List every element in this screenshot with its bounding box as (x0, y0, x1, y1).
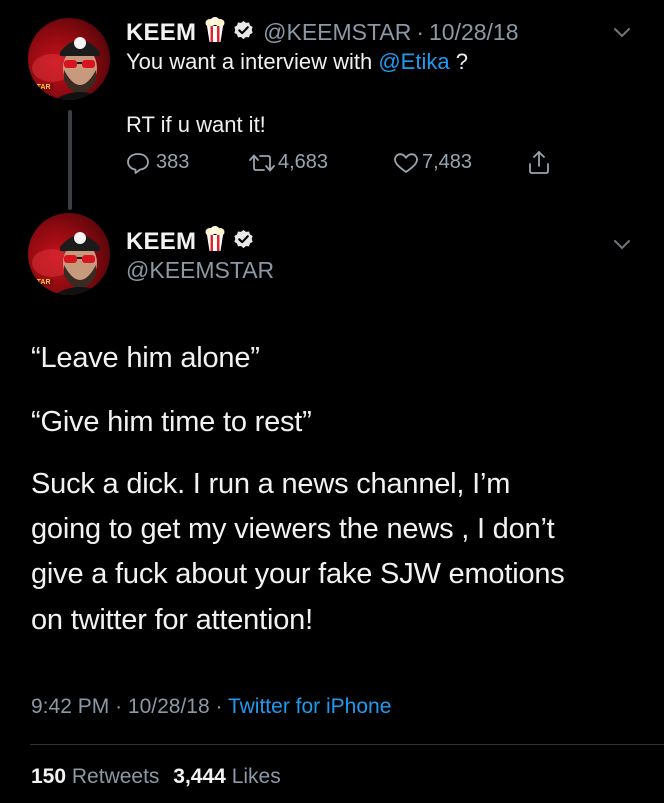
tweet-paragraph: “Give him time to rest” (31, 406, 312, 438)
tweet-body-line: give a fuck about your fake SJW emotions (31, 558, 565, 591)
handle[interactable]: @KEEMSTAR (126, 257, 274, 284)
avatar[interactable]: STAR (28, 18, 110, 100)
retweet-total: 150 (31, 765, 67, 788)
display-name[interactable]: KEEM (126, 19, 196, 47)
divider (30, 744, 664, 745)
separator-dot: · (416, 19, 424, 45)
tweet-date[interactable]: 10/28/18 (128, 695, 210, 718)
tweet-body-line: Suck a dick. I run a news channel, I’m (31, 468, 511, 500)
avatar-badge: STAR (30, 84, 53, 91)
tweet-date[interactable]: 10/28/18 (429, 19, 519, 46)
handle[interactable]: @KEEMSTAR (263, 19, 411, 46)
likes-stat[interactable]: 3,444 Likes (173, 765, 280, 788)
tweet1-line2: RT if u want it! (126, 112, 266, 137)
chevron-down-icon[interactable] (613, 26, 631, 44)
like-count: 7,483 (422, 151, 473, 173)
heart-icon (394, 152, 418, 173)
retweet-button[interactable]: 4,683 (248, 151, 328, 174)
display-name[interactable]: KEEM (126, 228, 196, 256)
like-button[interactable]: 7,483 (393, 151, 472, 174)
tweet1-header: KEEM @KEEMSTAR · 10/28/18 (126, 17, 519, 48)
tweet-body-line: on twitter for attention! (31, 603, 313, 636)
tweet-text: You want a interview with (126, 49, 379, 74)
verified-badge-icon (233, 20, 254, 46)
tweet-time[interactable]: 9:42 PM (31, 695, 109, 718)
retweets-stat[interactable]: 150 Retweets (31, 765, 165, 788)
tweet-text-suffix: ? (449, 49, 468, 74)
retweet-count: 4,683 (278, 151, 329, 173)
separator-dot: · (215, 695, 223, 718)
thread-connector-line (68, 110, 72, 210)
retweets-label: Retweets (71, 765, 160, 788)
tweet1-line1: You want a interview with @Etika ? (126, 49, 468, 75)
tweet-paragraph: “Leave him alone” (31, 342, 260, 374)
popcorn-emoji-icon (204, 226, 226, 257)
popcorn-emoji-icon (204, 17, 226, 48)
chevron-down-icon[interactable] (613, 238, 631, 256)
avatar-badge: STAR (30, 279, 53, 286)
mention-link[interactable]: @Etika (378, 49, 449, 74)
separator-dot: · (115, 695, 123, 718)
verified-badge-icon (233, 229, 254, 255)
like-total: 3,444 (173, 765, 226, 788)
avatar[interactable]: STAR (28, 213, 110, 295)
likes-label: Likes (231, 765, 281, 788)
tweet-body: Suck a dick. I run a news channel, I’m g… (31, 462, 565, 643)
reply-icon (127, 152, 149, 174)
engagement-stats: 150 Retweets 3,444 Likes (31, 765, 281, 789)
reply-count: 383 (156, 151, 190, 173)
tweet2-header: KEEM (126, 226, 254, 257)
retweet-icon (249, 154, 275, 171)
tweet-meta: 9:42 PM · 10/28/18 · Twitter for iPhone (31, 695, 391, 719)
source-link[interactable]: Twitter for iPhone (228, 695, 391, 718)
share-icon[interactable] (526, 149, 552, 180)
tweet-body-line: going to get my viewers the news , I don… (31, 513, 555, 546)
reply-button[interactable]: 383 (126, 151, 189, 174)
